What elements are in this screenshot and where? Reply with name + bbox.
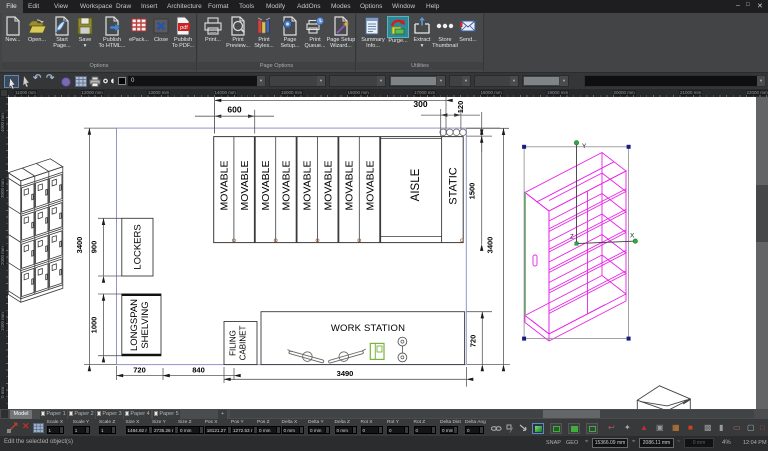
svg-text:CABINET: CABINET <box>239 326 248 361</box>
svg-text:SHELVING: SHELVING <box>140 301 151 348</box>
svg-text:MOVABLE: MOVABLE <box>302 161 314 211</box>
svg-text:LONGSPAN: LONGSPAN <box>129 299 140 351</box>
svg-text:WORK STATION: WORK STATION <box>331 323 405 334</box>
svg-text:840: 840 <box>192 366 205 375</box>
svg-text:FILING: FILING <box>229 330 238 356</box>
svg-text:1500: 1500 <box>468 183 477 200</box>
svg-text:STATIC: STATIC <box>448 167 460 205</box>
svg-text:3400: 3400 <box>75 237 84 254</box>
svg-text:600: 600 <box>227 105 241 115</box>
svg-text:AISLE: AISLE <box>410 168 422 201</box>
svg-text:X: X <box>630 233 635 240</box>
svg-text:1000: 1000 <box>90 317 99 334</box>
svg-text:3400: 3400 <box>486 237 495 254</box>
svg-text:MOVABLE: MOVABLE <box>281 161 293 211</box>
svg-text:MOVABLE: MOVABLE <box>322 161 334 211</box>
svg-text:900: 900 <box>90 241 99 254</box>
svg-text:720: 720 <box>469 335 478 348</box>
svg-text:LOCKERS: LOCKERS <box>133 224 144 269</box>
svg-text:300: 300 <box>413 99 427 109</box>
svg-text:MOVABLE: MOVABLE <box>260 161 272 211</box>
svg-text:MOVABLE: MOVABLE <box>218 160 230 210</box>
svg-text:pdf: pdf <box>180 25 188 31</box>
svg-text:Z: Z <box>570 235 574 241</box>
svg-text:⁄: ⁄ <box>509 428 514 434</box>
svg-text:MOVABLE: MOVABLE <box>343 161 355 211</box>
svg-text:MOVABLE: MOVABLE <box>239 161 251 211</box>
svg-text:3490: 3490 <box>337 369 354 378</box>
svg-text:MOVABLE: MOVABLE <box>364 161 376 211</box>
svg-text:Y: Y <box>582 143 587 150</box>
svg-text:120: 120 <box>456 101 465 114</box>
svg-text:720: 720 <box>133 366 146 375</box>
